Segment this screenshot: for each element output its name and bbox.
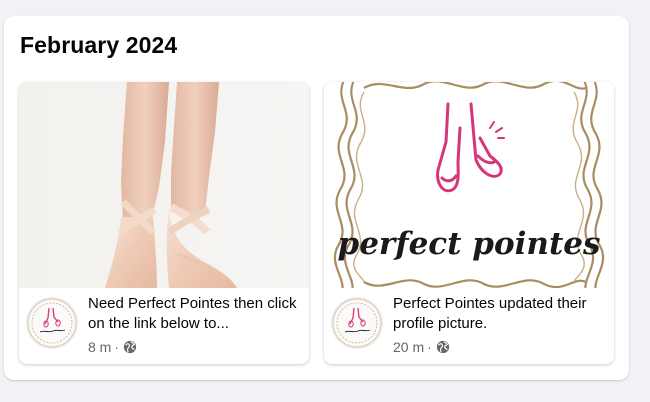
post-caption[interactable]: Need Perfect Pointes then click on the l… [88,294,302,334]
post-photo[interactable] [19,82,309,288]
meta-separator: · [427,339,432,355]
post-time[interactable]: 20 m [393,338,424,356]
post-card[interactable]: perfect pointes Perfect Pointes updated … [324,82,614,364]
perfect-pointes-avatar-logo [27,298,77,348]
post-caption[interactable]: Perfect Pointes updated their profile pi… [393,294,607,334]
post-meta: Perfect Pointes updated their profile pi… [324,288,614,364]
pointe-shoes-image [19,82,309,288]
post-card[interactable]: Need Perfect Pointes then click on the l… [19,82,309,364]
meta-separator: · [114,339,120,355]
perfect-pointes-avatar-logo [332,298,382,348]
page-avatar[interactable] [27,298,77,348]
post-photo[interactable]: perfect pointes [324,82,614,288]
logo-script-text: perfect pointes [338,226,601,262]
page-avatar[interactable] [332,298,382,348]
post-time[interactable]: 8 m [88,338,111,356]
globe-icon [123,340,137,354]
section-title: February 2024 [20,32,178,58]
post-timestamp-line: 20 m · [393,338,450,356]
post-meta: Need Perfect Pointes then click on the l… [19,288,309,364]
globe-icon [436,340,449,354]
post-timestamp-line: 8 m · [88,338,137,356]
photos-section-card: February 2024 Need Perfect Pointes then … [4,16,629,380]
perfect-pointes-logo-image: perfect pointes [324,82,614,288]
